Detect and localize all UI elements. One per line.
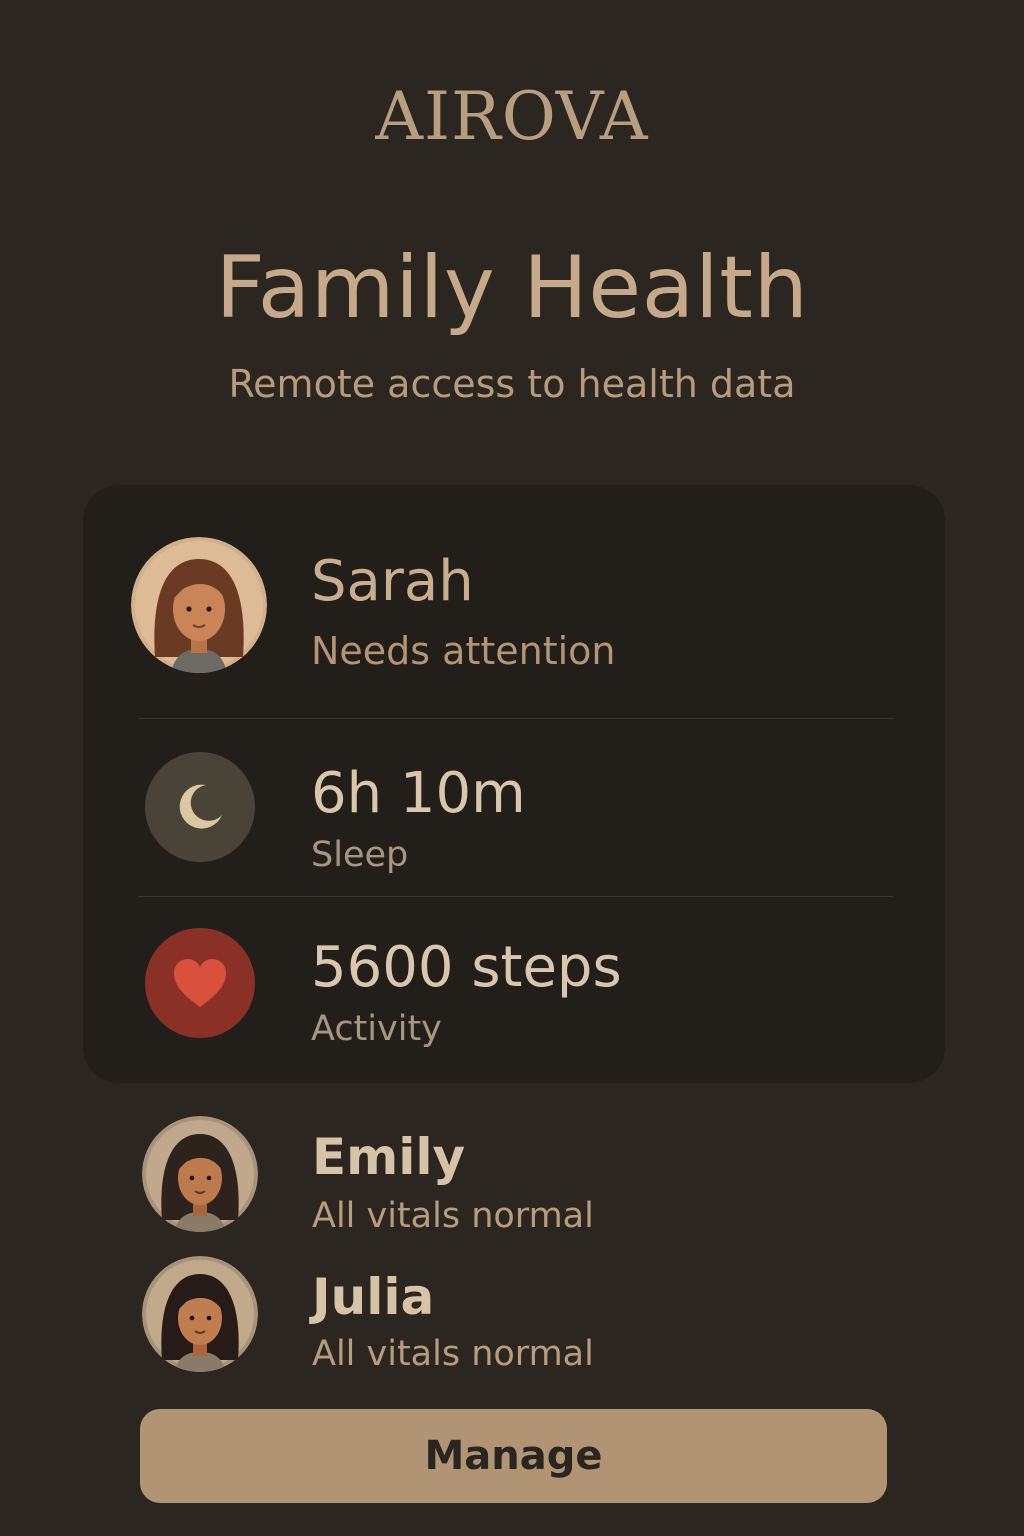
featured-member-card[interactable]: Sarah Needs attention 6h 10m Sleep 5600 … (83, 485, 945, 1083)
sleep-label: Sleep (311, 835, 409, 875)
activity-label: Activity (311, 1009, 442, 1049)
divider (138, 718, 893, 719)
divider (138, 896, 893, 897)
sleep-icon-badge (145, 752, 255, 862)
page-subtitle: Remote access to health data (228, 362, 796, 406)
avatar-sarah (131, 537, 267, 673)
heart-icon (174, 959, 226, 1007)
featured-member-name: Sarah (311, 549, 474, 614)
avatar-julia (142, 1256, 258, 1372)
manage-button[interactable]: Manage (140, 1409, 887, 1503)
member-name-julia: Julia (312, 1268, 435, 1326)
member-status-julia: All vitals normal (312, 1334, 594, 1374)
activity-icon-badge (145, 928, 255, 1038)
brand-logo: AIROVA (375, 78, 649, 155)
avatar-emily (142, 1116, 258, 1232)
moon-icon (179, 784, 222, 829)
featured-member-status: Needs attention (311, 629, 616, 673)
member-name-emily: Emily (312, 1128, 466, 1186)
member-status-emily: All vitals normal (312, 1196, 594, 1236)
sleep-value: 6h 10m (311, 761, 526, 826)
activity-value: 5600 steps (311, 935, 622, 1000)
page-title: Family Health (215, 238, 809, 338)
